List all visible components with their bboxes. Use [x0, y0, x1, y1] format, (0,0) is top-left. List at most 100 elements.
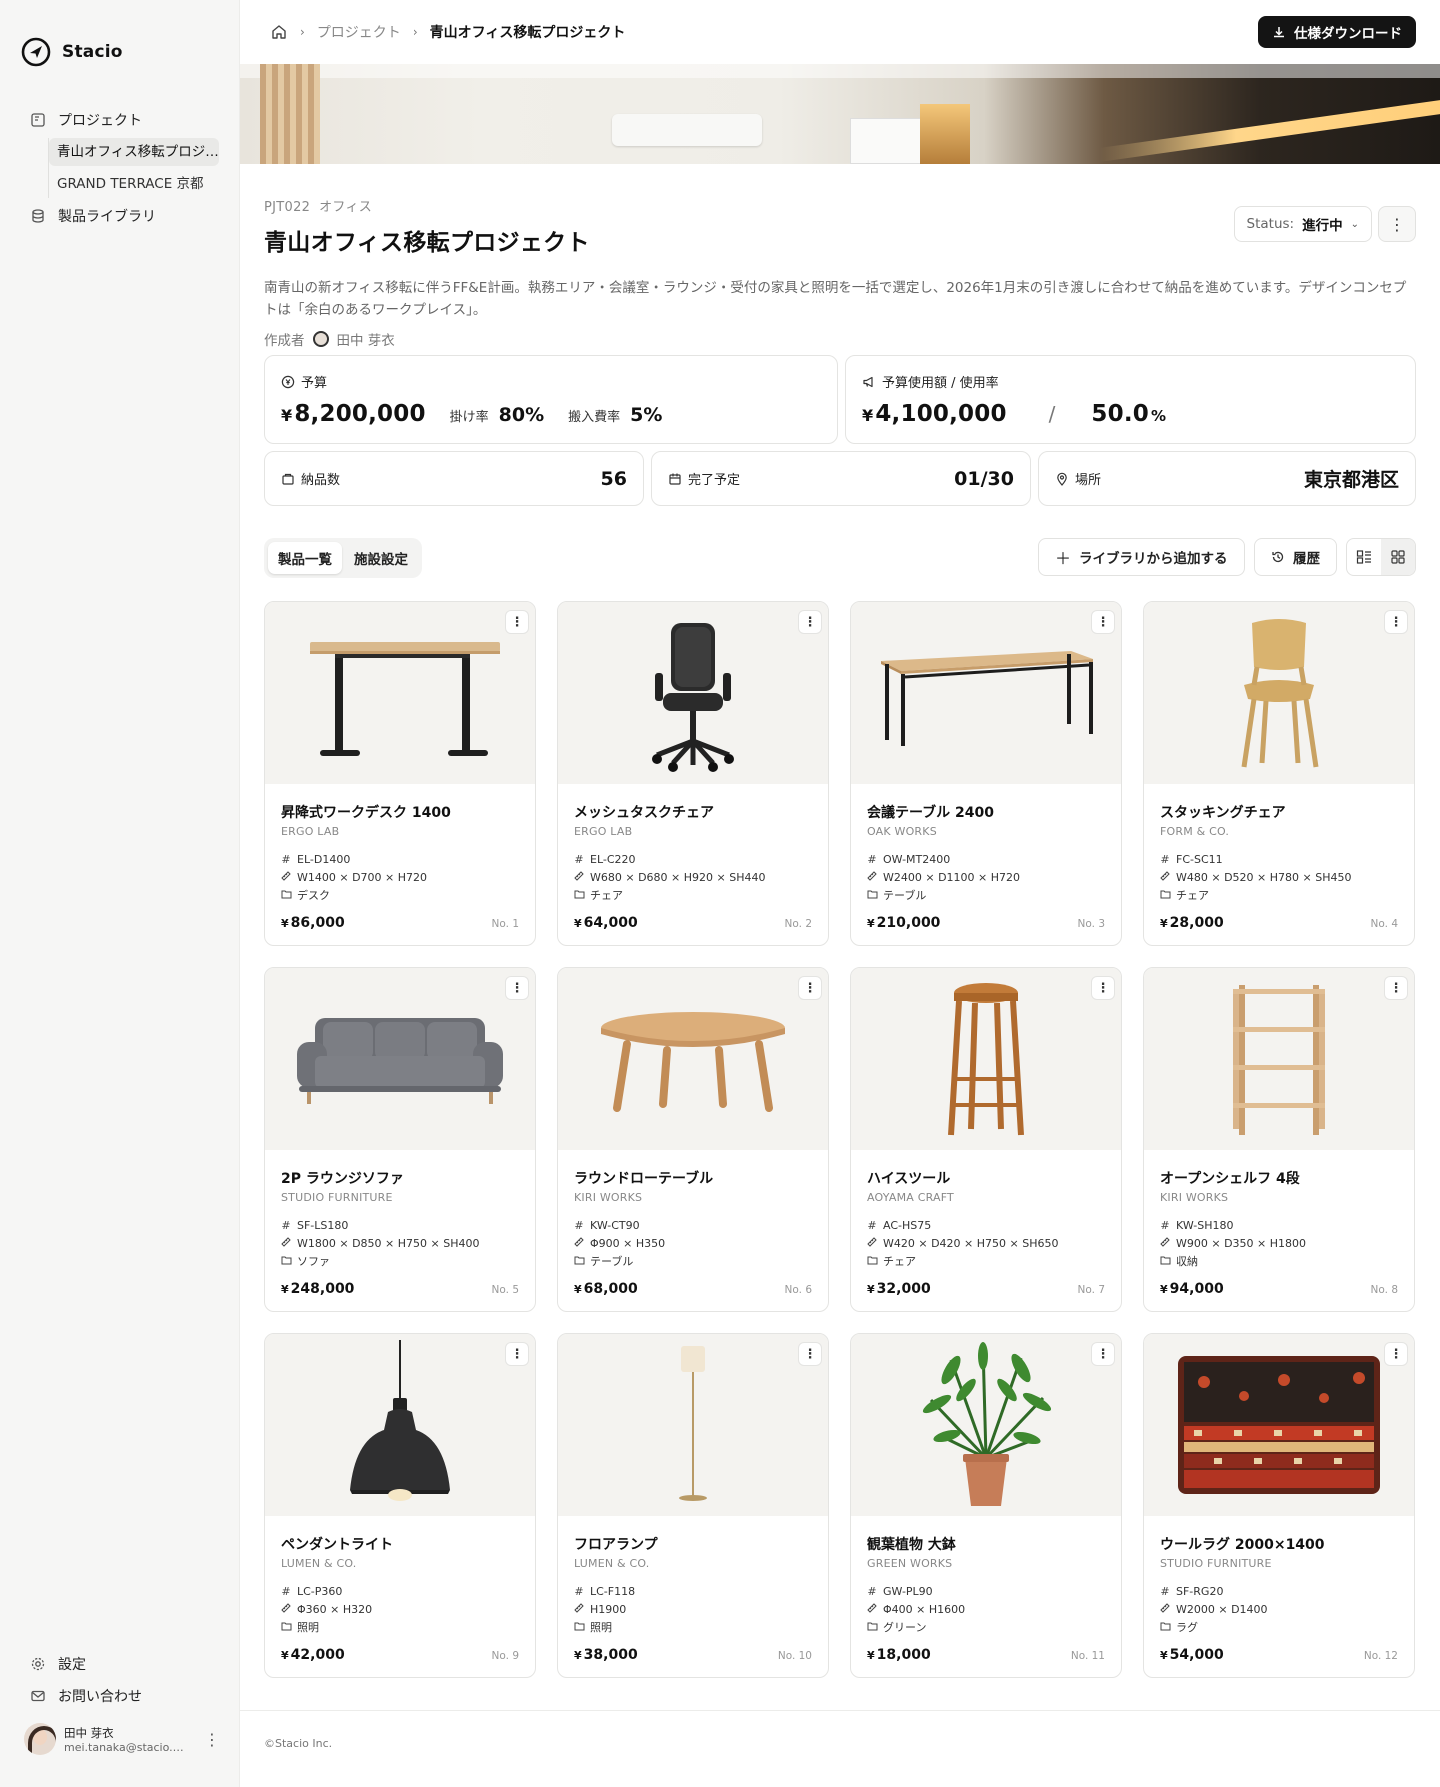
product-size-row: Φ900 × H350	[574, 1234, 812, 1252]
product-info: オープンシェルフ 4段 KIRI WORKS # KW-SH180 W900 × …	[1144, 1150, 1414, 1270]
hash-icon: #	[281, 852, 291, 866]
product-image: ⋮	[1144, 1334, 1414, 1516]
breadcrumb-projects[interactable]: プロジェクト	[317, 22, 401, 42]
product-card[interactable]: ⋮ ラウンドローテーブル KIRI WORKS # KW-CT90 Φ900 × …	[557, 967, 829, 1312]
sidebar-item-library[interactable]: 製品ライブラリ	[20, 202, 220, 230]
add-from-library-button[interactable]: ＋ ライブラリから追加する	[1038, 538, 1245, 576]
due-date-card: 完了予定 01/30	[651, 451, 1031, 506]
product-more-button[interactable]: ⋮	[1091, 1342, 1115, 1366]
product-number: No. 1	[491, 918, 519, 930]
product-more-button[interactable]: ⋮	[798, 610, 822, 634]
product-more-button[interactable]: ⋮	[505, 1342, 529, 1366]
product-info: ウールラグ 2000×1400 STUDIO FURNITURE # SF-RG2…	[1144, 1516, 1414, 1636]
product-price-value: 210,000	[876, 915, 941, 931]
more-vertical-icon[interactable]: ⋮	[204, 1730, 220, 1749]
user-profile[interactable]: 田中 芽衣 mei.tanaka@stacio.co.jp ⋮	[24, 1723, 220, 1755]
currency-symbol: ¥	[1160, 917, 1168, 930]
project-cover-image	[240, 64, 1440, 164]
folder-icon	[867, 1621, 878, 1634]
folder-icon	[281, 1255, 292, 1268]
home-icon[interactable]	[270, 23, 288, 41]
product-specs: # LC-F118 H1900 照明	[574, 1582, 812, 1636]
sidebar-bottom: 設定 お問い合わせ	[20, 1650, 220, 1714]
product-card[interactable]: ⋮ ハイスツール AOYAMA CRAFT # AC-HS75 W420 × D4…	[850, 967, 1122, 1312]
product-name: スタッキングチェア	[1160, 805, 1286, 821]
sidebar-project-grand-terrace[interactable]: GRAND TERRACE 京都	[49, 170, 219, 198]
product-more-button[interactable]: ⋮	[505, 610, 529, 634]
sidebar-item-contact[interactable]: お問い合わせ	[20, 1682, 220, 1710]
product-more-button[interactable]: ⋮	[1384, 1342, 1408, 1366]
sidebar-project-aoyama[interactable]: 青山オフィス移転プロジェクト	[49, 138, 219, 166]
product-more-button[interactable]: ⋮	[1091, 976, 1115, 1000]
download-label: 仕様ダウンロード	[1294, 26, 1402, 42]
product-category-row: ソファ	[281, 1252, 519, 1270]
view-tabs: 製品一覧 施設設定	[264, 538, 422, 578]
product-image: ⋮	[851, 968, 1121, 1150]
product-card[interactable]: ⋮ フロアランプ LUMEN & CO. # LC-F118 H1900 照明 ¥…	[557, 1333, 829, 1678]
tab-facility-settings[interactable]: 施設設定	[344, 542, 418, 574]
tab-products[interactable]: 製品一覧	[268, 542, 342, 574]
list-view-button[interactable]	[1347, 539, 1381, 575]
history-button[interactable]: 履歴	[1254, 538, 1337, 576]
product-category-row: チェア	[1160, 886, 1398, 904]
usage-rate-value: 50.0	[1091, 401, 1149, 427]
product-card[interactable]: ⋮ ウールラグ 2000×1400 STUDIO FURNITURE # SF-R…	[1143, 1333, 1415, 1678]
product-info: メッシュタスクチェア ERGO LAB # EL-C220 W680 × D680…	[558, 784, 828, 904]
product-category: 照明	[590, 1621, 612, 1634]
more-vertical-icon: ⋮	[803, 1346, 817, 1362]
sidebar-item-projects[interactable]: プロジェクト	[20, 106, 220, 134]
product-card[interactable]: ⋮ 2P ラウンジソファ STUDIO FURNITURE # SF-LS180 …	[264, 967, 536, 1312]
product-card[interactable]: ⋮ 会議テーブル 2400 OAK WORKS # OW-MT2400 W2400…	[850, 601, 1122, 946]
product-card[interactable]: ⋮ 観葉植物 大鉢 GREEN WORKS # GW-PL90 Φ400 × H1…	[850, 1333, 1122, 1678]
product-card[interactable]: ⋮ 昇降式ワークデスク 1400 ERGO LAB # EL-D1400 W140…	[264, 601, 536, 946]
grid-view-button[interactable]	[1381, 539, 1415, 575]
ruler-icon	[574, 1602, 584, 1616]
product-price: ¥68,000	[574, 1281, 638, 1297]
author-avatar	[312, 331, 329, 347]
project-list: 青山オフィス移転プロジェクト GRAND TERRACE 京都	[48, 138, 220, 198]
more-vertical-icon: ⋮	[510, 980, 524, 996]
product-more-button[interactable]: ⋮	[1384, 610, 1408, 634]
brand[interactable]: Stacio	[20, 36, 123, 68]
download-spec-button[interactable]: 仕様ダウンロード	[1258, 16, 1416, 48]
project-more-button[interactable]: ⋮	[1378, 206, 1416, 242]
product-category: デスク	[297, 889, 330, 902]
folder-icon	[574, 1255, 585, 1268]
folder-icon	[1160, 1255, 1171, 1268]
currency-symbol: ¥	[1160, 1283, 1168, 1296]
product-code: SF-RG20	[1176, 1584, 1224, 1598]
hash-icon: #	[1160, 1218, 1170, 1232]
product-specs: # FC-SC11 W480 × D520 × H780 × SH450 チェア	[1160, 850, 1398, 904]
product-more-button[interactable]: ⋮	[505, 976, 529, 1000]
budget-amount: ¥8,200,000	[281, 401, 426, 427]
product-price: ¥32,000	[867, 1281, 931, 1297]
product-card[interactable]: ⋮ スタッキングチェア FORM & CO. # FC-SC11 W480 × D…	[1143, 601, 1415, 946]
product-code-row: # EL-C220	[574, 850, 812, 868]
product-code-row: # SF-RG20	[1160, 1582, 1398, 1600]
more-vertical-icon: ⋮	[803, 614, 817, 630]
megaphone-icon	[863, 376, 873, 387]
product-number: No. 3	[1077, 918, 1105, 930]
sidebar-nav: プロジェクト 青山オフィス移転プロジェクト GRAND TERRACE 京都 製…	[20, 106, 220, 234]
product-more-button[interactable]: ⋮	[1091, 610, 1115, 634]
sidebar-item-settings[interactable]: 設定	[20, 1650, 220, 1678]
ruler-icon	[867, 870, 877, 884]
product-more-button[interactable]: ⋮	[1384, 976, 1408, 1000]
folder-icon	[1160, 1621, 1171, 1634]
hash-icon: #	[867, 1218, 877, 1232]
product-more-button[interactable]: ⋮	[798, 1342, 822, 1366]
user-email: mei.tanaka@stacio.co.jp	[64, 1740, 184, 1754]
status-select[interactable]: Status: 進行中 ⌄	[1233, 206, 1372, 242]
product-image: ⋮	[265, 968, 535, 1150]
product-brand: OAK WORKS	[867, 825, 937, 838]
product-card[interactable]: ⋮ メッシュタスクチェア ERGO LAB # EL-C220 W680 × D6…	[557, 601, 829, 946]
product-more-button[interactable]: ⋮	[798, 976, 822, 1000]
product-info: 2P ラウンジソファ STUDIO FURNITURE # SF-LS180 W1…	[265, 1150, 535, 1270]
product-card[interactable]: ⋮ ペンダントライト LUMEN & CO. # LC-P360 Φ360 × H…	[264, 1333, 536, 1678]
product-name: 昇降式ワークデスク 1400	[281, 805, 451, 821]
product-card[interactable]: ⋮ オープンシェルフ 4段 KIRI WORKS # KW-SH180 W900 …	[1143, 967, 1415, 1312]
product-code: AC-HS75	[883, 1218, 932, 1232]
product-code: FC-SC11	[1176, 852, 1223, 866]
product-brand: ERGO LAB	[281, 825, 340, 838]
product-name: ラウンドローテーブル	[574, 1171, 714, 1187]
